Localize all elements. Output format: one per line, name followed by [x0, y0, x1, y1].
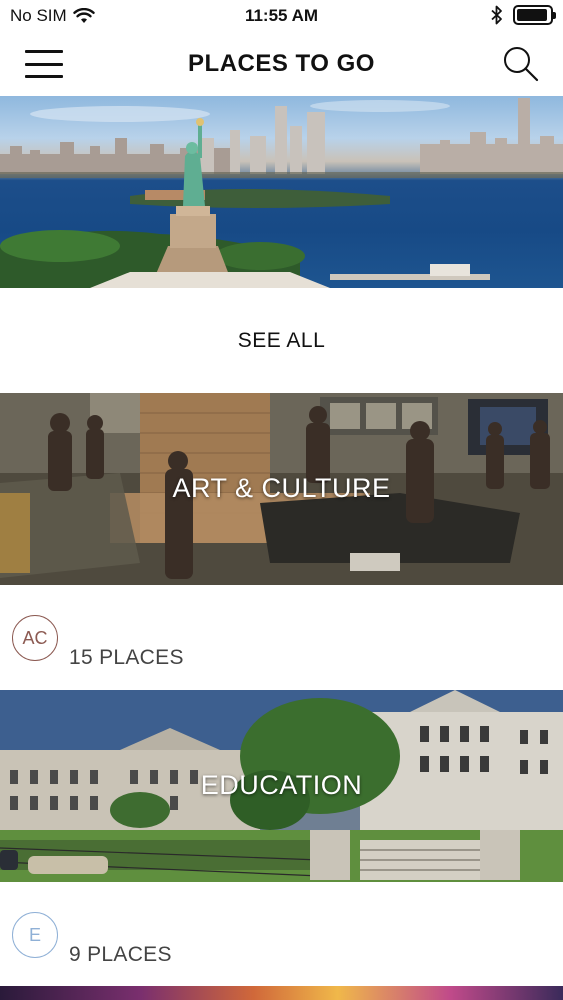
category-meta-art-culture: AC 15 PLACES	[0, 585, 563, 690]
hero-image[interactable]	[0, 96, 563, 288]
category-title: EDUCATION	[200, 770, 363, 800]
page-title: PLACES TO GO	[188, 50, 375, 77]
category-badge: AC	[12, 615, 58, 661]
category-card-art-culture[interactable]: ART & CULTURE	[0, 393, 563, 585]
category-card-next[interactable]	[0, 986, 563, 1000]
bluetooth-icon	[491, 5, 502, 25]
category-meta-education: E 9 PLACES	[0, 882, 563, 987]
category-badge: E	[12, 912, 58, 958]
search-icon[interactable]	[501, 44, 541, 84]
battery-icon	[513, 5, 556, 25]
places-count: 9 PLACES	[69, 943, 172, 966]
category-title: ART & CULTURE	[172, 473, 391, 503]
status-time: 11:55 AM	[244, 6, 319, 25]
battery-level	[517, 9, 548, 21]
places-count: 15 PLACES	[69, 646, 184, 669]
category-card-education[interactable]: EDUCATION	[0, 690, 563, 882]
nav-bar: PLACES TO GO	[0, 34, 563, 96]
see-all-button[interactable]: SEE ALL	[0, 288, 563, 393]
status-bar: No SIM 11:55 AM	[0, 0, 563, 34]
